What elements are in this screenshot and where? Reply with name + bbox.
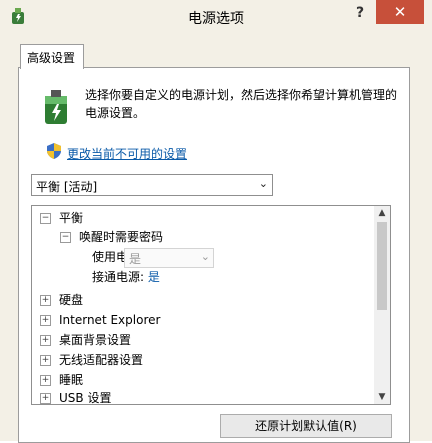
tree-scrollbar[interactable]: ▲ ▼: [374, 206, 390, 404]
tree-item-desktop-background[interactable]: + 桌面背景设置: [40, 330, 131, 350]
collapse-icon[interactable]: −: [40, 213, 51, 224]
shield-icon: [47, 143, 61, 159]
power-options-window: 电源选项 ? ✕ 高级设置 选择你要自定义的电源计划，然后选择你希望计算机管理的…: [0, 0, 432, 443]
expand-icon[interactable]: +: [40, 355, 51, 366]
tree-item-label: 桌面背景设置: [59, 333, 132, 347]
change-unavailable-settings-link[interactable]: 更改当前不可用的设置: [67, 145, 187, 162]
chevron-down-icon: ⌄: [200, 250, 210, 263]
tab-label: 高级设置: [27, 51, 76, 65]
help-button[interactable]: ?: [346, 2, 374, 24]
power-plan-select-value: 平衡 [活动]: [36, 180, 98, 194]
expand-icon[interactable]: +: [40, 315, 51, 326]
expand-icon[interactable]: +: [40, 375, 51, 386]
tree-item-label: 平衡: [59, 211, 84, 225]
chevron-down-icon: ⌄: [258, 177, 268, 190]
tree-item-sleep[interactable]: + 睡眠: [40, 370, 83, 390]
expand-icon[interactable]: +: [40, 295, 51, 306]
description-text: 选择你要自定义的电源计划，然后选择你希望计算机管理的电源设置。: [85, 88, 398, 120]
scrollbar-thumb[interactable]: [377, 222, 387, 310]
tab-advanced-settings[interactable]: 高级设置: [20, 44, 84, 69]
power-battery-icon: [45, 90, 67, 124]
settings-tree[interactable]: − 平衡 − 唤醒时需要密码 使用电池: 是 ⌄ 接通电源: 是 + 硬盘 + Inte…: [31, 205, 391, 405]
advanced-settings-panel: 选择你要自定义的电源计划，然后选择你希望计算机管理的电源设置。 更改当前不可用的…: [18, 67, 410, 443]
expand-icon[interactable]: +: [40, 393, 51, 404]
scroll-up-icon[interactable]: ▲: [374, 206, 390, 220]
scroll-down-icon[interactable]: ▼: [374, 390, 390, 404]
tree-item-plugged-in[interactable]: 接通电源: 是: [92, 267, 160, 287]
tree-item-usb-settings[interactable]: + USB 设置: [40, 388, 112, 405]
tree-item-internet-explorer[interactable]: + Internet Explorer: [40, 310, 160, 330]
plugged-in-value[interactable]: 是: [148, 270, 160, 284]
tree-item-wake-password[interactable]: − 唤醒时需要密码: [60, 227, 163, 247]
power-plan-select[interactable]: 平衡 [活动] ⌄: [31, 174, 273, 196]
on-battery-select: 是 ⌄: [124, 248, 214, 268]
expand-icon[interactable]: +: [40, 335, 51, 346]
tree-item-hard-disk[interactable]: + 硬盘: [40, 290, 83, 310]
close-button[interactable]: ✕: [376, 0, 424, 24]
tree-item-balanced[interactable]: − 平衡: [40, 208, 83, 228]
collapse-icon[interactable]: −: [60, 232, 71, 243]
tree-item-wireless-adapter[interactable]: + 无线适配器设置: [40, 350, 143, 370]
title-bar[interactable]: 电源选项 ? ✕: [0, 0, 432, 32]
tree-item-label: USB 设置: [59, 391, 112, 405]
tree-item-label: Internet Explorer: [59, 313, 161, 327]
restore-defaults-button[interactable]: 还原计划默认值(R): [220, 414, 392, 438]
tree-item-label: 唤醒时需要密码: [79, 230, 164, 244]
tree-item-label: 睡眠: [59, 373, 84, 387]
tree-item-label: 无线适配器设置: [59, 353, 144, 367]
on-battery-value: 是: [129, 252, 142, 266]
plugged-in-label: 接通电源:: [92, 270, 145, 284]
tree-item-label: 硬盘: [59, 293, 84, 307]
